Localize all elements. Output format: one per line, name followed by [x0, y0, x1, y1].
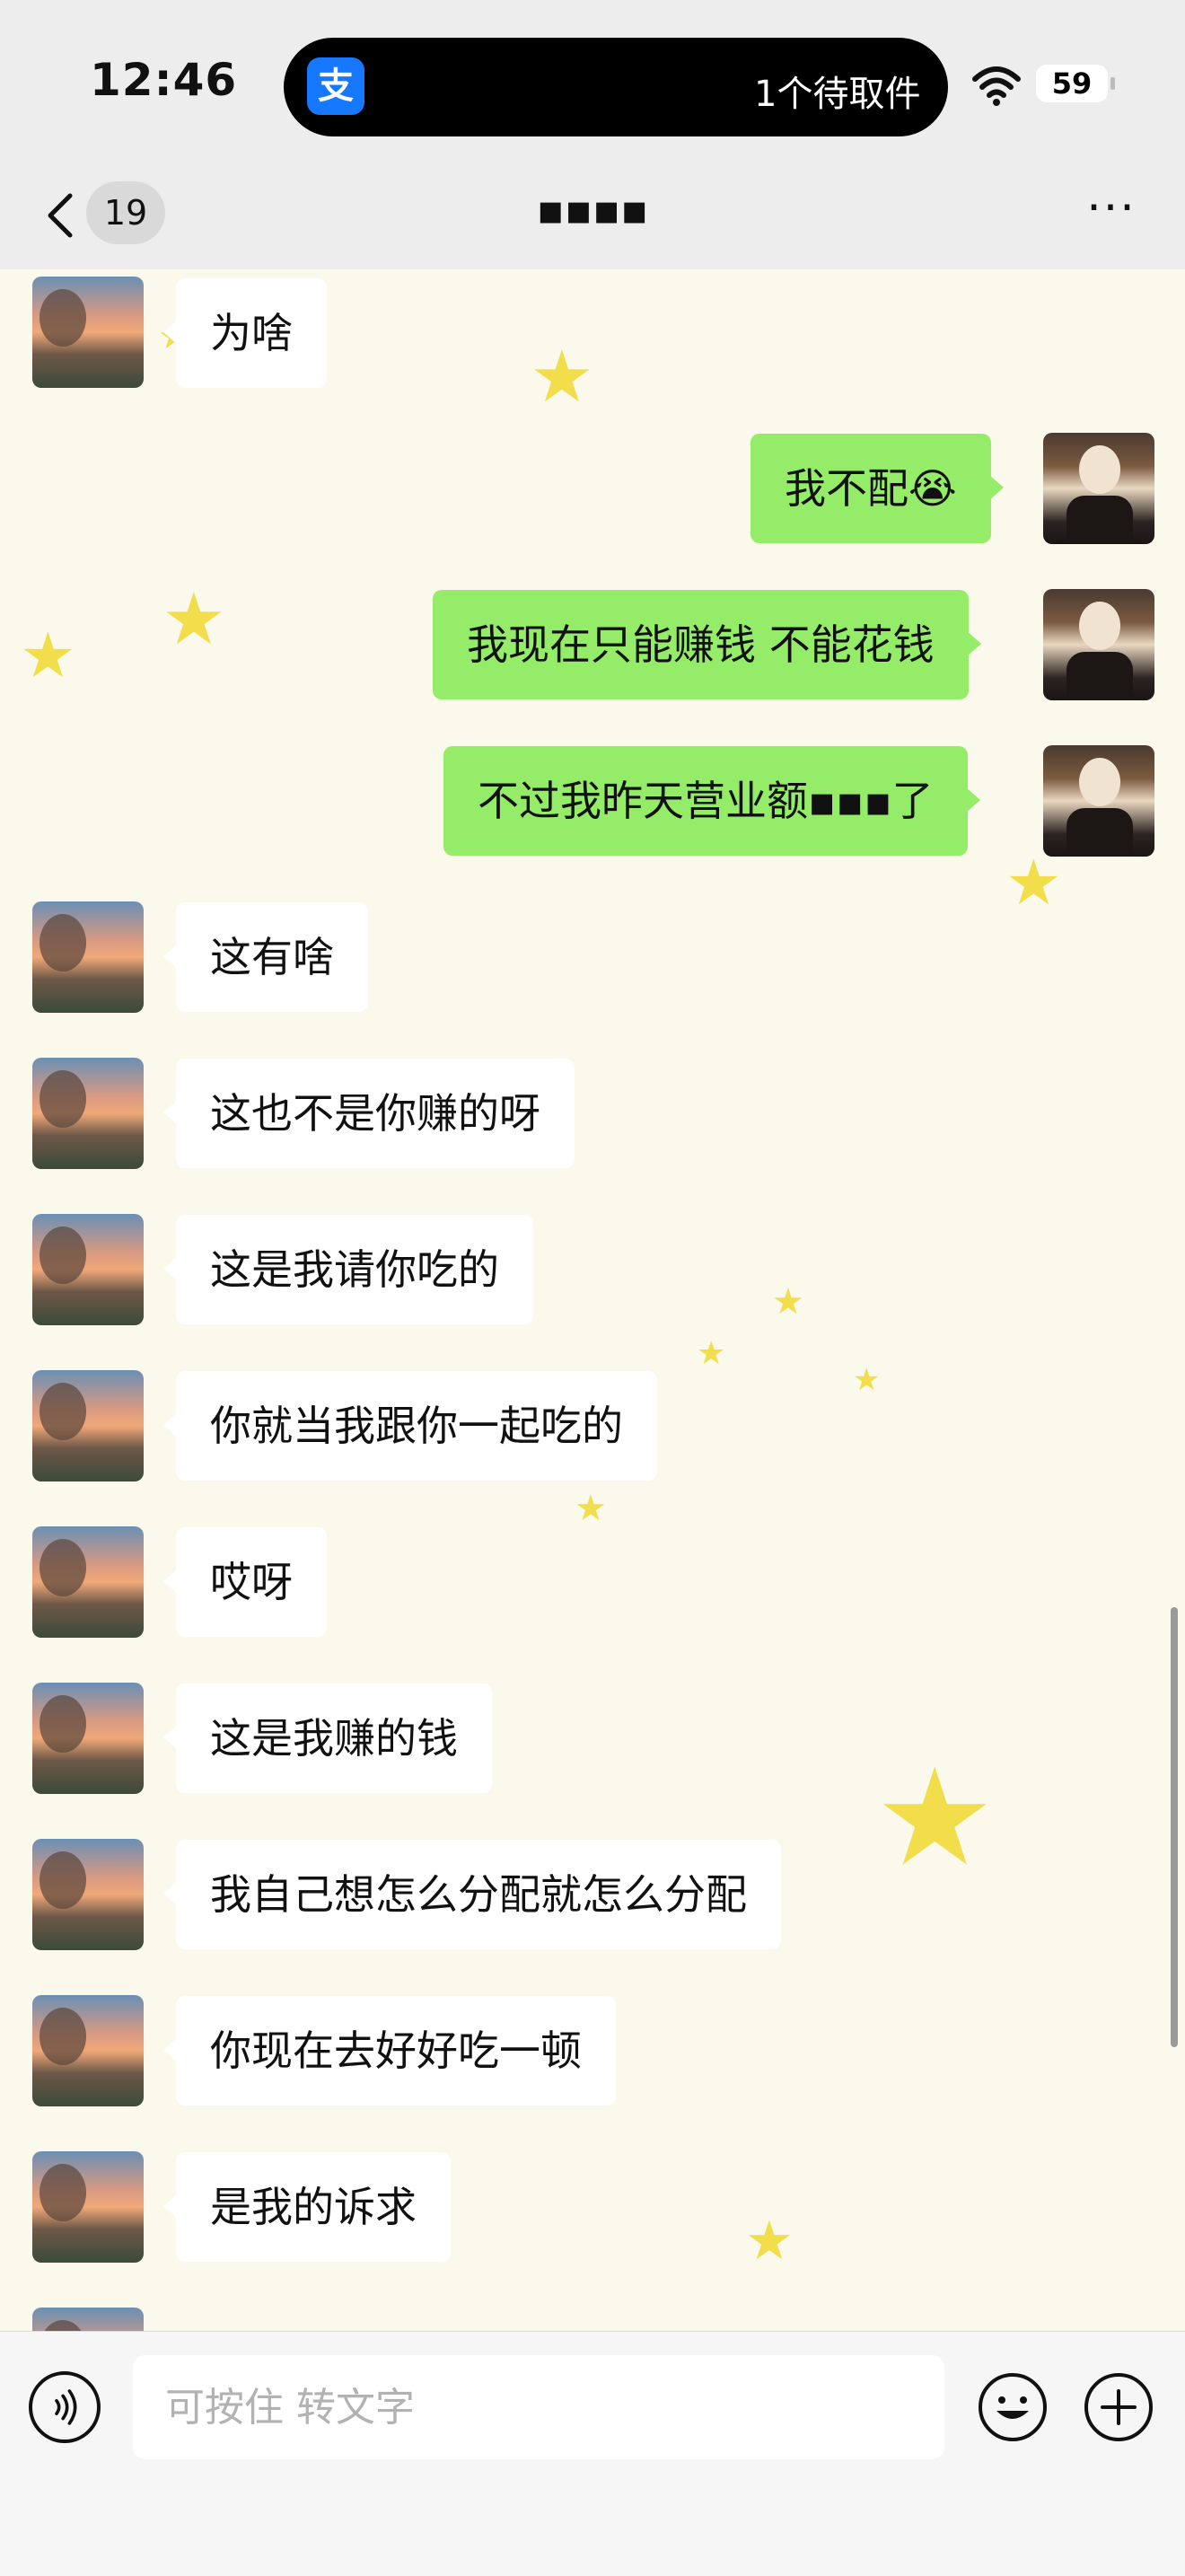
message-bubble-incoming[interactable]: 你现在去好好吃一顿	[163, 1996, 616, 2106]
friend-avatar[interactable]	[32, 1058, 144, 1169]
message-input[interactable]	[133, 2355, 944, 2459]
alipay-icon[interactable]: 支	[307, 57, 364, 115]
input-bar	[0, 2331, 1185, 2576]
star-decoration: ★	[1005, 846, 1062, 919]
chat-scrollbar[interactable]	[1171, 1607, 1178, 2047]
back-icon[interactable]	[36, 187, 90, 244]
emoji-icon[interactable]	[977, 2371, 1049, 2443]
friend-avatar[interactable]	[32, 1839, 144, 1950]
star-decoration: ★	[162, 577, 226, 661]
friend-avatar[interactable]	[32, 1526, 144, 1638]
voice-icon[interactable]	[29, 2371, 101, 2443]
friend-avatar[interactable]	[32, 1683, 144, 1794]
crying-emoji-icon: 😭	[908, 464, 957, 513]
message-bubble-incoming[interactable]: 这也不是你赚的呀	[163, 1059, 575, 1168]
my-avatar[interactable]	[1043, 589, 1154, 700]
message-bubble-incoming[interactable]: 是我的诉求	[163, 2152, 451, 2262]
my-avatar[interactable]	[1043, 745, 1154, 857]
star-decoration: ★	[853, 1362, 881, 1398]
message-bubble-incoming[interactable]: 这有啥	[163, 902, 368, 1012]
star-decoration: ★	[530, 335, 594, 418]
plus-icon[interactable]	[1083, 2371, 1154, 2443]
star-decoration: ★	[575, 1488, 607, 1529]
chat-area[interactable]: ★ ★ ★ ★ ★ ★ ★ ★ ★ ★ ★ ★ ★ ★ ★ ★ ★ 为啥 我不配…	[0, 269, 1185, 2331]
message-bubble-incoming[interactable]: 哎呀	[163, 1527, 327, 1637]
friend-avatar[interactable]	[32, 2151, 144, 2263]
chat-title: ▪︎▪︎▪︎▪︎	[536, 185, 649, 233]
friend-avatar[interactable]	[32, 1370, 144, 1481]
star-decoration: ★	[772, 1281, 804, 1323]
friend-avatar[interactable]	[32, 277, 144, 388]
chat-header: 19 ▪︎▪︎▪︎▪︎ ···	[0, 162, 1185, 270]
message-bubble-incoming[interactable]: 这是我赚的钱	[163, 1684, 492, 1793]
friend-avatar[interactable]	[32, 1995, 144, 2106]
friend-avatar[interactable]	[32, 2308, 144, 2331]
message-bubble-outgoing[interactable]: 我现在只能赚钱 不能花钱	[433, 590, 981, 699]
message-bubble-outgoing[interactable]: 不过我昨天营业额▪︎▪︎▪︎了	[443, 746, 980, 856]
star-decoration: ★	[20, 619, 76, 692]
status-time: 12:46	[90, 54, 238, 106]
star-decoration: ★	[874, 1740, 996, 1896]
star-decoration: ★	[745, 2210, 794, 2273]
more-icon[interactable]: ···	[1077, 185, 1146, 244]
battery-indicator: 59	[1036, 65, 1115, 102]
message-bubble-incoming[interactable]: 这是我请你吃的	[163, 1215, 533, 1324]
star-decoration: ★	[697, 1335, 726, 1372]
message-bubble-incoming[interactable]: 你就当我跟你一起吃的	[163, 1371, 657, 1481]
friend-avatar[interactable]	[32, 901, 144, 1013]
status-bar: 12:46 支 1个待取件 59	[0, 0, 1185, 162]
unread-count-badge[interactable]: 19	[86, 181, 165, 244]
friend-avatar[interactable]	[32, 1214, 144, 1325]
message-bubble-incoming[interactable]: 我自己想怎么分配就怎么分配	[163, 1840, 781, 1949]
message-bubble-incoming[interactable]: 为啥	[163, 278, 327, 388]
message-bubble-outgoing[interactable]: 我不配😭	[750, 434, 1004, 543]
my-avatar[interactable]	[1043, 433, 1154, 544]
pickup-notice[interactable]: 1个待取件	[754, 65, 920, 117]
wifi-icon	[972, 66, 1021, 106]
message-text: 我不配	[785, 464, 908, 513]
